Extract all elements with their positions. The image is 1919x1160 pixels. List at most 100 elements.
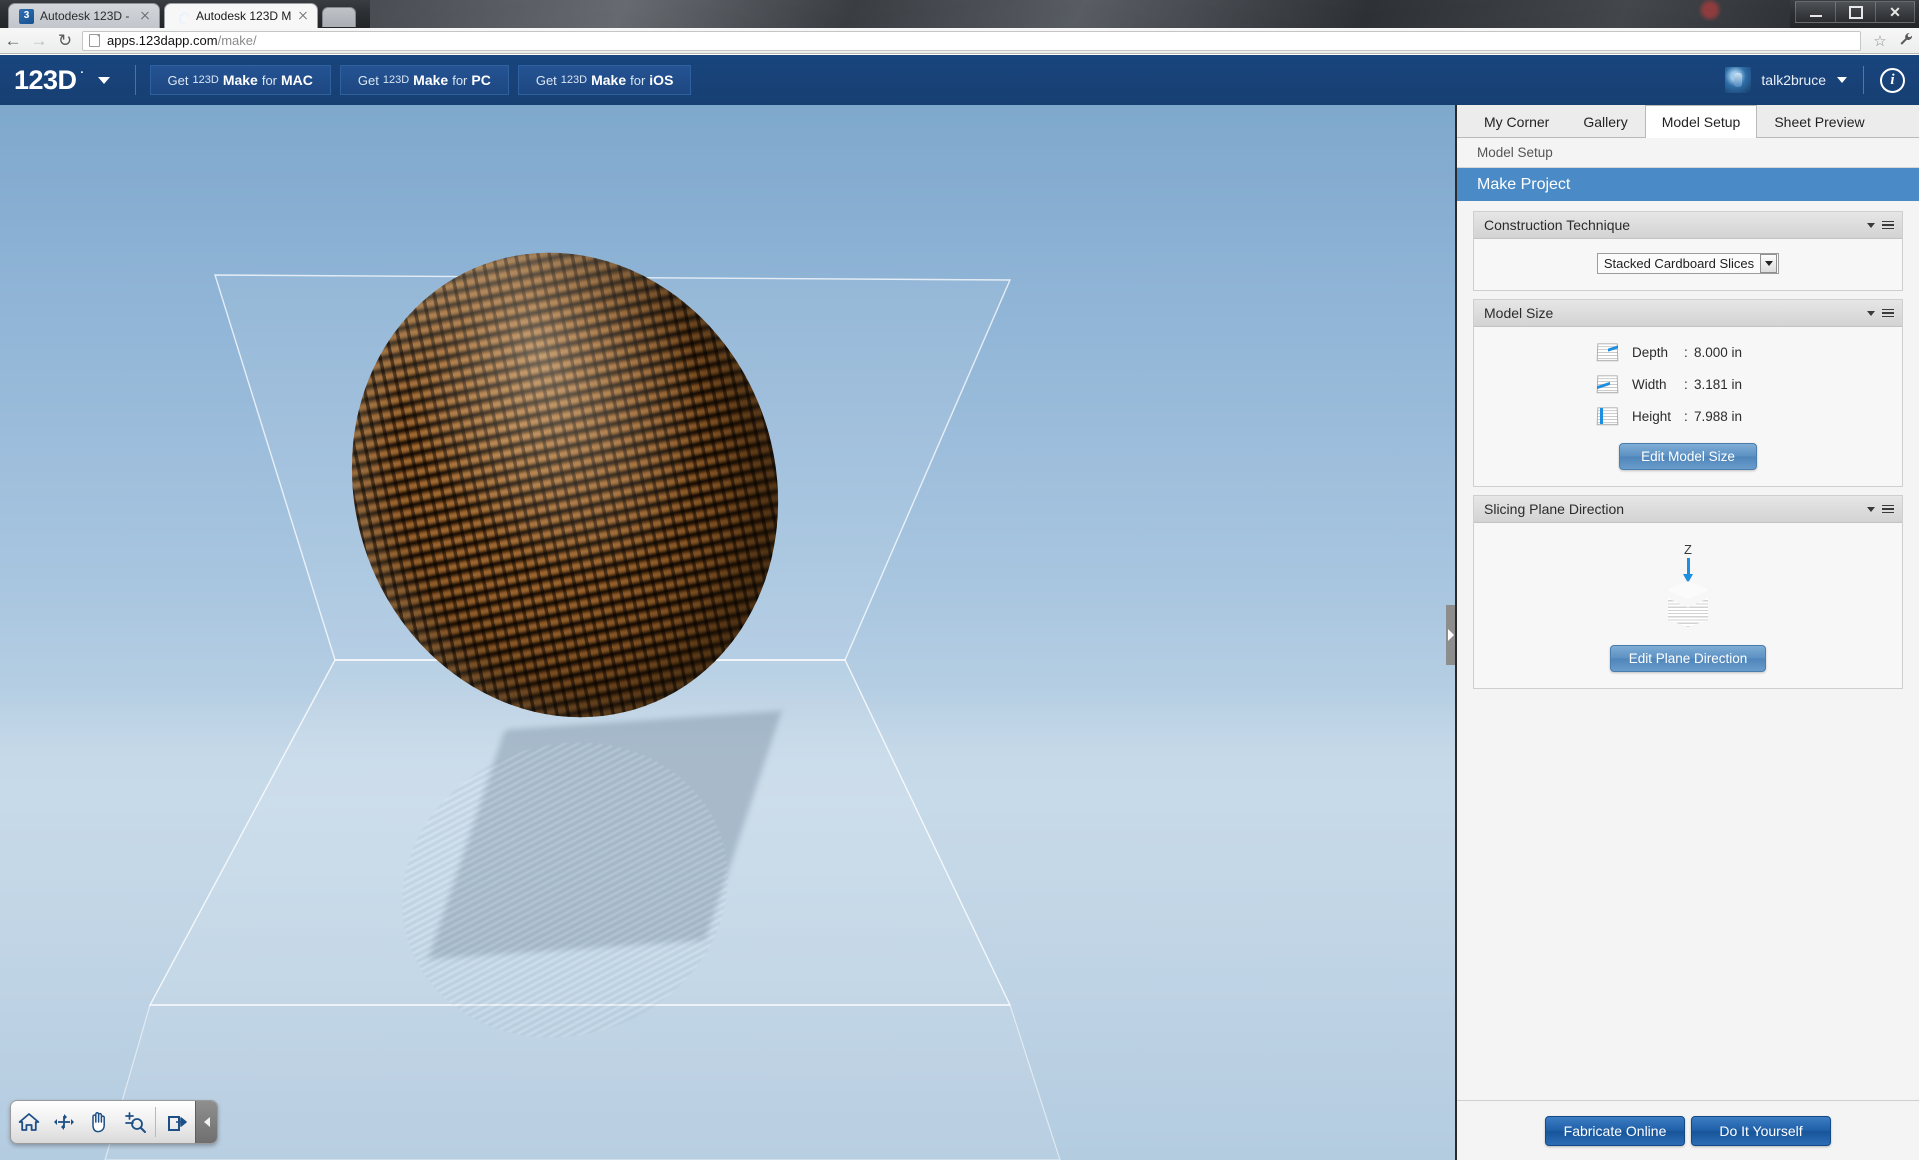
menu-icon[interactable] [1882, 219, 1894, 232]
fabricate-online-button[interactable]: Fabricate Online [1545, 1115, 1685, 1146]
depth-icon [1596, 341, 1620, 363]
brand-logo[interactable]: 123D · [0, 55, 136, 105]
depth-colon: : [1684, 344, 1688, 360]
make-label-ios: Make [591, 72, 627, 88]
browser-tab-2[interactable]: Autodesk 123D Make - free [164, 3, 318, 28]
menu-icon[interactable] [1882, 503, 1894, 516]
construction-technique-value: Stacked Cardboard Slices [1603, 256, 1755, 271]
wrench-icon[interactable] [1893, 32, 1919, 50]
bookmark-star-icon[interactable]: ☆ [1867, 32, 1893, 50]
chevron-down-icon[interactable] [1867, 222, 1875, 228]
section-body-slicing: Z Edit Plane Direction [1474, 523, 1902, 688]
tab-gallery[interactable]: Gallery [1566, 105, 1644, 137]
menu-icon[interactable] [1882, 307, 1894, 320]
browser-tab-2-title: Autodesk 123D Make - free [196, 9, 291, 23]
panel-expand-handle[interactable] [1446, 605, 1455, 665]
username-label: talk2bruce [1761, 72, 1826, 88]
section-title-model-size: Model Size [1484, 305, 1554, 321]
chevron-down-icon[interactable] [97, 76, 110, 84]
section-title-construction: Construction Technique [1484, 217, 1631, 233]
url-host: apps.123dapp.com [107, 33, 218, 48]
make-icon [175, 9, 190, 24]
panel-breadcrumb: Model Setup [1457, 138, 1919, 168]
stacked-cube-icon [1662, 581, 1714, 629]
section-header-model-size[interactable]: Model Size [1474, 300, 1902, 327]
section-construction-technique: Construction Technique Stacked Cardboard… [1473, 211, 1903, 291]
platform-label-mac: MAC [281, 72, 313, 88]
tab-my-corner[interactable]: My Corner [1467, 105, 1566, 137]
depth-label: Depth [1632, 344, 1669, 360]
window-controls: ✕ [1795, 1, 1915, 23]
divider [155, 1107, 156, 1137]
browser-tab-1-title: Autodesk 123D - Personal F [40, 9, 133, 23]
page-icon [89, 34, 100, 47]
section-model-size: Model Size Depth : 8.000 in Width: 3.18… [1473, 299, 1903, 487]
section-title-slicing: Slicing Plane Direction [1484, 501, 1625, 517]
do-it-yourself-button[interactable]: Do It Yourself [1691, 1115, 1831, 1146]
width-label: Width [1632, 376, 1667, 392]
download-buttons: Get 123D Make for MAC Get 123D Make for … [149, 65, 701, 95]
model-size-row-height: Height : 7.988 in [1474, 405, 1902, 427]
close-icon[interactable] [139, 10, 151, 22]
section-header-slicing[interactable]: Slicing Plane Direction [1474, 496, 1902, 523]
platform-label-ios: iOS [649, 72, 674, 88]
height-colon: : [1684, 408, 1688, 424]
section-body-model-size: Depth : 8.000 in Width : 3.181 in Height… [1474, 327, 1902, 486]
model-size-row-depth: Depth : 8.000 in [1474, 341, 1902, 363]
edit-model-size-row: Edit Model Size [1474, 443, 1902, 470]
tab-sheet-preview[interactable]: Sheet Preview [1757, 105, 1881, 137]
edit-plane-direction-button[interactable]: Edit Plane Direction [1609, 645, 1767, 672]
browser-tab-1[interactable]: 3 Autodesk 123D - Personal F [8, 3, 160, 28]
chevron-down-icon[interactable] [1867, 310, 1875, 316]
divider [134, 65, 136, 95]
for-label-mac: for [261, 72, 278, 88]
back-icon[interactable]: ← [0, 28, 26, 54]
panel-body: Construction Technique Stacked Cardboard… [1457, 201, 1919, 1100]
width-icon [1596, 373, 1620, 395]
pan-hand-icon[interactable] [81, 1101, 116, 1143]
orbit-icon[interactable] [46, 1101, 81, 1143]
browser-navbar: ← → ↻ apps.123dapp.com/make/ ☆ [0, 28, 1919, 54]
new-tab-button[interactable] [322, 7, 356, 27]
num-label-ios: 123D [560, 74, 588, 86]
height-label: Height [1632, 408, 1672, 424]
info-icon[interactable]: i [1880, 67, 1905, 93]
home-icon[interactable] [11, 1101, 46, 1143]
zoom-icon[interactable] [116, 1101, 151, 1143]
construction-select-row: Stacked Cardboard Slices [1474, 253, 1902, 274]
minimize-icon[interactable] [1795, 1, 1835, 23]
close-icon[interactable] [297, 10, 309, 22]
get-123d-make-mac-button[interactable]: Get 123D Make for MAC [149, 65, 331, 95]
construction-technique-select[interactable]: Stacked Cardboard Slices [1596, 253, 1780, 274]
panel-tab-bar: My Corner Gallery Model Setup Sheet Prev… [1457, 105, 1919, 138]
for-label-ios: for [630, 72, 646, 88]
num-label-mac: 123D [192, 74, 219, 86]
address-bar[interactable]: apps.123dapp.com/make/ [82, 30, 1861, 51]
url-path: /make/ [217, 33, 257, 48]
model-viewport[interactable] [0, 105, 1455, 1160]
model-size-row-width: Width : 3.181 in [1474, 373, 1902, 395]
brand-text: 123D · [14, 64, 84, 96]
chevron-down-icon[interactable] [1760, 254, 1778, 273]
titlebar-background-art [370, 0, 1790, 28]
app-header: 123D · Get 123D Make for MAC Get 123D Mak… [0, 55, 1919, 105]
header-user-area: talk2bruce i [1725, 66, 1919, 94]
close-window-icon[interactable]: ✕ [1875, 1, 1915, 23]
forward-icon[interactable]: → [26, 28, 52, 54]
tab-model-setup[interactable]: Model Setup [1644, 105, 1758, 138]
chevron-down-icon[interactable] [1867, 506, 1875, 512]
brand-superscript: · [80, 66, 84, 79]
brand-label: 123D [14, 64, 77, 95]
get-123d-make-pc-button[interactable]: Get 123D Make for PC [339, 65, 509, 95]
chevron-down-icon[interactable] [1837, 77, 1847, 83]
share-icon[interactable] [160, 1101, 195, 1143]
maximize-icon[interactable] [1835, 1, 1875, 23]
slicing-plane-preview: Z [1474, 537, 1902, 629]
edit-model-size-button[interactable]: Edit Model Size [1619, 443, 1757, 470]
get-label-ios: Get [535, 72, 557, 88]
get-123d-make-ios-button[interactable]: Get 123D Make for iOS [517, 65, 692, 95]
toolbar-collapse-button[interactable] [195, 1101, 217, 1143]
avatar[interactable] [1725, 67, 1752, 93]
reload-icon[interactable]: ↻ [52, 28, 78, 54]
section-header-construction[interactable]: Construction Technique [1474, 212, 1902, 239]
